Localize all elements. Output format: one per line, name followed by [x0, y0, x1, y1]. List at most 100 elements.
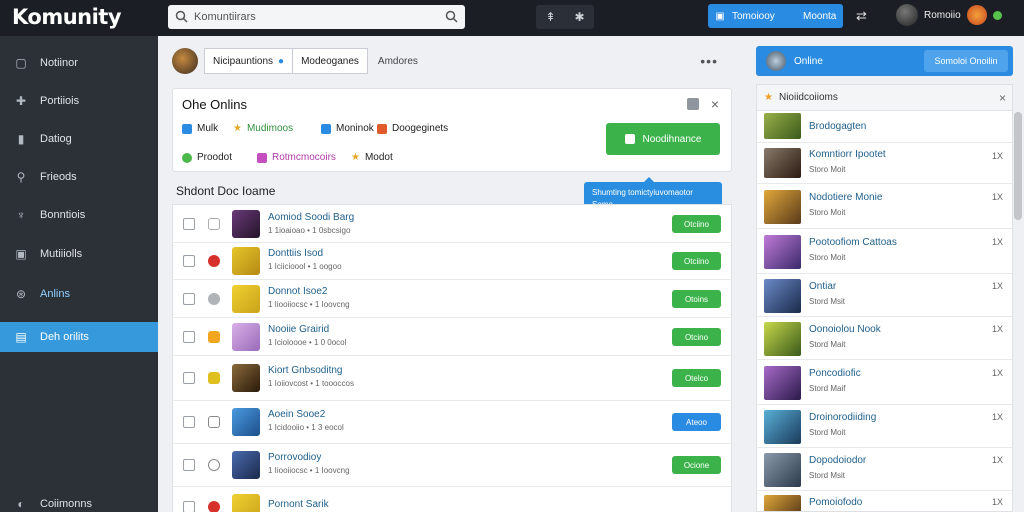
game-thumbnail[interactable]	[232, 285, 260, 313]
game-thumbnail[interactable]	[232, 247, 260, 275]
item-title[interactable]: Ontiar	[809, 281, 836, 292]
row-checkbox[interactable]	[183, 218, 195, 230]
filter-chip[interactable]: Proodot	[182, 152, 232, 163]
game-thumbnail[interactable]	[232, 210, 260, 238]
list-item[interactable]: Nodotiere Monie Storo Moit 1X	[757, 184, 1012, 229]
list-item[interactable]: Droinorodiiding Stord Moit 1X	[757, 405, 1012, 448]
table-row[interactable]: Nooiie Grairid 1 Icioloooe • 1 0 0ocol O…	[173, 318, 731, 356]
game-thumbnail[interactable]	[764, 148, 801, 178]
item-title[interactable]: Poncodiofic	[809, 368, 861, 379]
join-button[interactable]: Otciino	[672, 252, 721, 270]
row-checkbox[interactable]	[183, 501, 195, 512]
online-button[interactable]: Somoloi Onoilin	[924, 50, 1008, 72]
item-title[interactable]: Oonoiolou Nook	[809, 324, 881, 335]
table-row[interactable]: Donttiis Isod 1 Iciicioool • 1 oogoo Otc…	[173, 243, 731, 280]
user-menu[interactable]: Romoiio	[896, 4, 1002, 26]
sidebar-item-notifications[interactable]: ▢ Notiinor	[0, 48, 158, 78]
row-checkbox[interactable]	[183, 372, 195, 384]
online-avatar[interactable]	[766, 51, 786, 71]
game-thumbnail[interactable]	[232, 323, 260, 351]
table-row[interactable]: Pornont Sarik	[173, 487, 731, 512]
game-thumbnail[interactable]	[232, 494, 260, 512]
item-title[interactable]: Nodotiere Monie	[809, 192, 882, 203]
table-row[interactable]: Aomiod Soodi Barg 1 1ioaioao • 1 0sbcsig…	[173, 205, 731, 243]
user-avatar[interactable]	[896, 4, 918, 26]
star-icon[interactable]: ✱	[574, 10, 584, 24]
game-title[interactable]: Kiort Gnbsoditng	[268, 365, 343, 376]
profile-avatar[interactable]	[172, 48, 198, 74]
filter-chip[interactable]: Mulk	[182, 123, 218, 134]
sync-icon[interactable]: ⇄	[856, 8, 867, 24]
tab-participants[interactable]: Nicipauntions ●	[204, 48, 294, 74]
game-thumbnail[interactable]	[764, 322, 801, 356]
game-thumbnail[interactable]	[764, 235, 801, 269]
game-thumbnail[interactable]	[232, 364, 260, 392]
sidebar-item-dashboard[interactable]: ▤ Deh orilits	[0, 322, 158, 352]
list-item[interactable]: Pomoiofodo 1X	[757, 491, 1012, 511]
close-icon[interactable]: ×	[711, 96, 719, 112]
list-item[interactable]: Ontiar Stord Msit 1X	[757, 274, 1012, 317]
filter-chip[interactable]: ★ Modot	[351, 152, 393, 163]
join-button[interactable]: Ocione	[672, 456, 721, 474]
item-title[interactable]: Droinorodiiding	[809, 412, 876, 423]
list-item[interactable]: Poncodiofic Stord Maif 1X	[757, 360, 1012, 405]
table-row[interactable]: Donnot Isoe2 1 Iiooiiocsc • 1 Ioovcng Ot…	[173, 280, 731, 318]
game-thumbnail[interactable]	[764, 495, 801, 511]
list-item[interactable]: Komntiorr Ipootet Storo Moit 1X	[757, 143, 1012, 184]
table-row[interactable]: Aoein Sooe2 1 Icidooiio • 1 3 eocol Ateo…	[173, 401, 731, 444]
achievement-icon[interactable]	[966, 5, 987, 25]
table-row[interactable]: Kiort Gnbsoditng 1 Ioiiovcost • 1 tooocc…	[173, 356, 731, 401]
sidebar-item-bonus[interactable]: ♆ Bonntiois	[0, 200, 158, 230]
join-button[interactable]: Otcino	[672, 328, 721, 346]
game-title[interactable]: Aomiod Soodi Barg	[268, 212, 354, 223]
item-title[interactable]: Brodogagten	[809, 121, 866, 132]
game-title[interactable]: Porrovodioy	[268, 452, 321, 463]
scrollbar-thumb[interactable]	[1014, 112, 1022, 220]
minimize-icon[interactable]	[686, 98, 699, 110]
tab-amdores[interactable]: Amdores	[368, 56, 428, 67]
list-item[interactable]: Pootoofiom Cattoas Storo Moit 1X	[757, 229, 1012, 274]
sidebar-item-modules[interactable]: ▣ Mutiiiolls	[0, 239, 158, 269]
game-title[interactable]: Pornont Sarik	[268, 499, 329, 510]
game-title[interactable]: Aoein Sooe2	[268, 409, 325, 420]
item-title[interactable]: Pomoiofodo	[809, 497, 862, 508]
sidebar-item-portals[interactable]: ✚ Portiiois	[0, 86, 158, 116]
list-item[interactable]: Dopodoiodor Stord Msit 1X	[757, 448, 1012, 491]
game-title[interactable]: Donnot Isoe2	[268, 286, 328, 297]
row-checkbox[interactable]	[183, 255, 195, 267]
sidebar-item-online[interactable]: ⊛ Anlins	[0, 279, 158, 309]
game-thumbnail[interactable]	[232, 408, 260, 436]
filter-chip[interactable]: Doogeginets	[377, 123, 448, 134]
sidebar-item-friends[interactable]: ⚲ Frieods	[0, 162, 158, 192]
game-thumbnail[interactable]	[232, 451, 260, 479]
sidebar-item-catalog[interactable]: ▮ Datiog	[0, 124, 158, 154]
item-title[interactable]: Dopodoiodor	[809, 455, 866, 466]
search-input[interactable]: Komuntiirars	[194, 11, 256, 23]
row-checkbox[interactable]	[183, 416, 195, 428]
game-title[interactable]: Nooiie Grairid	[268, 324, 329, 335]
row-checkbox[interactable]	[183, 331, 195, 343]
search-box[interactable]: Komuntiirars	[168, 5, 465, 29]
item-title[interactable]: Komntiorr Ipootet	[809, 149, 886, 160]
more-options-icon[interactable]: •••	[700, 53, 718, 69]
game-thumbnail[interactable]	[764, 190, 801, 224]
search-submit-icon[interactable]	[445, 10, 458, 23]
filter-chip[interactable]: Rotmcmocoirs	[257, 152, 336, 163]
join-button[interactable]: Otelco	[672, 369, 721, 387]
game-thumbnail[interactable]	[764, 453, 801, 487]
list-item[interactable]: Oonoiolou Nook Stord Mait 1X	[757, 317, 1012, 360]
join-button[interactable]: Otoins	[672, 290, 721, 308]
close-icon[interactable]: ×	[999, 91, 1006, 105]
game-title[interactable]: Donttiis Isod	[268, 248, 323, 259]
noodihnance-button[interactable]: Noodihnance	[606, 123, 720, 155]
game-thumbnail[interactable]	[764, 366, 801, 400]
join-button[interactable]: Otciino	[672, 215, 721, 233]
item-title[interactable]: Pootoofiom Cattoas	[809, 237, 897, 248]
tab-modegames[interactable]: Modeoganes	[293, 48, 368, 74]
pin-icon[interactable]: ⇞	[545, 10, 555, 24]
row-checkbox[interactable]	[183, 459, 195, 471]
join-button[interactable]: Ateoo	[672, 413, 721, 431]
row-checkbox[interactable]	[183, 293, 195, 305]
filter-chip[interactable]: Moninok	[321, 123, 374, 134]
filter-chip[interactable]: ★ Mudimoos	[233, 123, 293, 134]
